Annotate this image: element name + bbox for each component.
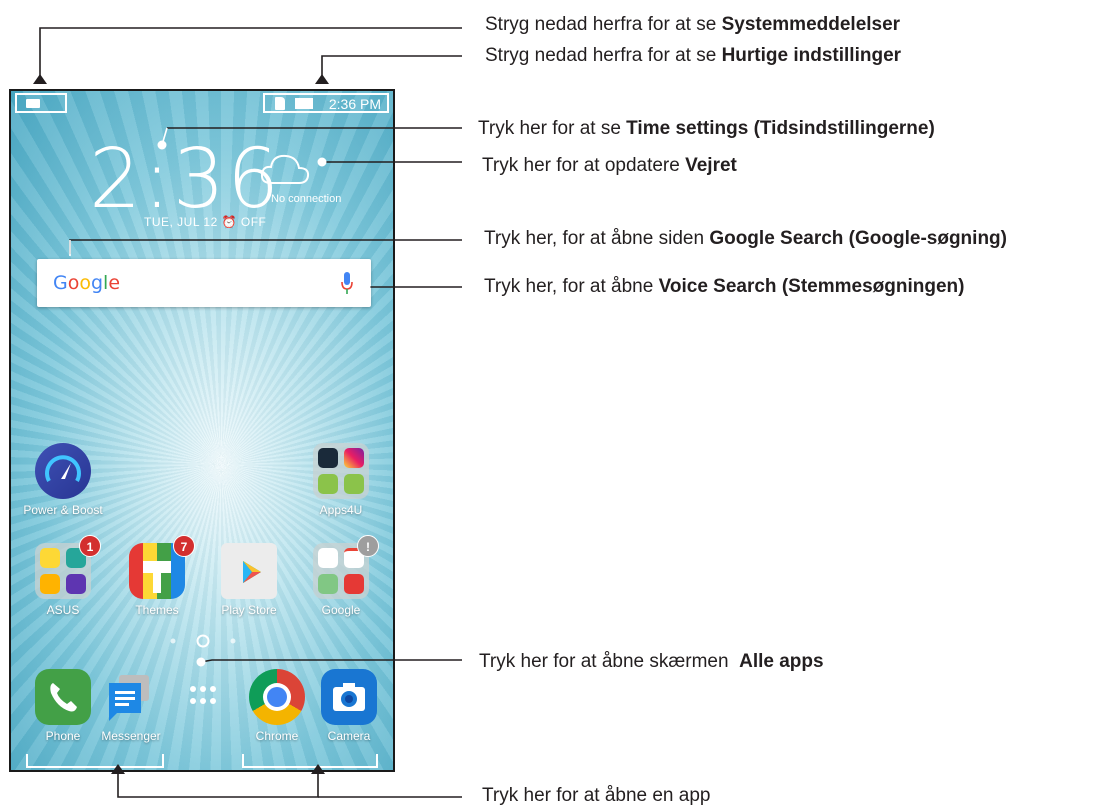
callout-bold: Voice Search (Stemmesøgningen) xyxy=(658,276,965,297)
callout-voice-search: Tryk her, for at åbne Voice Search (Stem… xyxy=(484,276,964,298)
callout-bold: Time settings (Tidsindstillingerne) xyxy=(626,118,935,139)
callout-text: Tryk her for at åbne skærmen xyxy=(479,651,740,672)
callout-text: Tryk her, for at åbne xyxy=(484,276,659,297)
callout-bold: Hurtige indstillinger xyxy=(721,45,902,66)
callout-text: Tryk her for at se xyxy=(478,118,627,139)
callout-text: Tryk her for at åbne en app xyxy=(482,785,711,806)
callout-notifications: Stryg nedad herfra for at se Systemmedde… xyxy=(485,14,900,36)
callout-open-app: Tryk her for at åbne en app xyxy=(482,785,710,807)
callout-bold: Systemmeddelelser xyxy=(721,14,901,35)
callout-time-settings: Tryk her for at se Time settings (Tidsin… xyxy=(478,118,935,140)
callout-bold: Vejret xyxy=(685,155,737,176)
callout-text: Tryk her for at opdatere xyxy=(482,155,686,176)
callout-text: Tryk her, for at åbne siden xyxy=(484,228,710,249)
callout-weather: Tryk her for at opdatere Vejret xyxy=(482,155,737,177)
callout-bold: Alle apps xyxy=(739,651,824,672)
callout-quick-settings: Stryg nedad herfra for at se Hurtige ind… xyxy=(485,45,901,67)
callout-text: Stryg nedad herfra for at se xyxy=(485,14,722,35)
callout-google-search: Tryk her, for at åbne siden Google Searc… xyxy=(484,228,1007,250)
callout-all-apps: Tryk her for at åbne skærmen Alle apps xyxy=(479,651,824,673)
callout-bold: Google Search (Google-søgning) xyxy=(709,228,1007,249)
callout-text: Stryg nedad herfra for at se xyxy=(485,45,722,66)
